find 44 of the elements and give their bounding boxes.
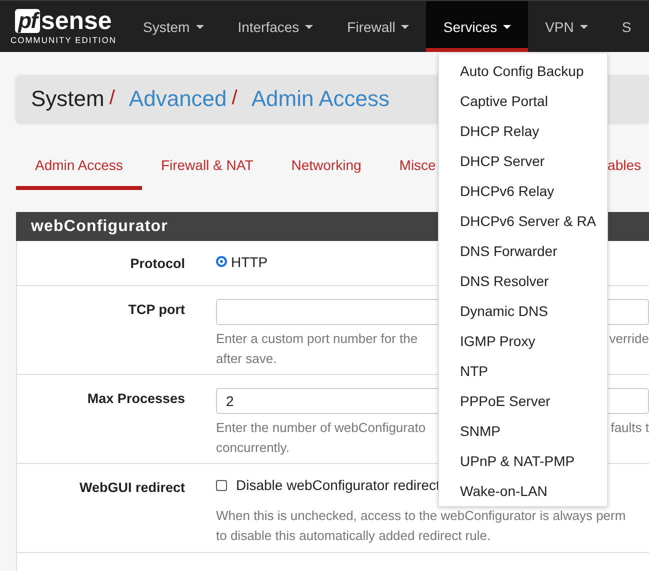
menu-item[interactable]: NTP [439,356,607,386]
breadcrumb-separator: / [109,87,115,110]
help-text: Enter the number of webConfigurato [216,419,426,437]
breadcrumb-text: System [31,86,104,112]
field-label: Max Processes [86,390,185,408]
help-text: verride [609,330,649,348]
help-text: concurrently. [216,439,290,457]
menu-item[interactable]: IGMP Proxy [439,326,607,356]
menu-item[interactable]: Wake-on-LAN [439,476,607,506]
menu-item[interactable]: UPnP & NAT-PMP [439,446,607,476]
radio-button[interactable] [216,256,227,268]
help-text: When this is unchecked, access to the webConfigurator is always perm [216,506,626,525]
help-text: to disable this automatically added redirect rule. [216,526,491,545]
menu-item[interactable]: DHCPv6 Relay [439,176,607,206]
tab[interactable]: Networking [272,143,380,190]
nav-item[interactable]: S [604,1,648,52]
tab[interactable]: Admin Access [16,143,142,190]
radio-label: HTTP [231,254,268,270]
logo-mark: pf [15,9,40,33]
field-label: WebGUI redirect [78,479,185,497]
help-text: after save. [216,350,277,368]
menu-item[interactable]: Dynamic DNS [439,296,607,326]
logo-text: sense [40,8,112,34]
menu-item[interactable]: Auto Config Backup [439,56,607,86]
nav-item[interactable]: Interfaces [220,1,330,52]
field-label: TCP port [127,301,185,319]
breadcrumb-separator: / [232,87,238,110]
menu-item[interactable]: DNS Resolver [439,266,607,296]
nav-item[interactable]: Firewall [330,1,426,52]
nav-item[interactable]: System [126,1,221,52]
menu-item[interactable]: SNMP [439,416,607,446]
menu-item[interactable]: DHCP Relay [439,116,607,146]
menu-item[interactable]: DHCP Server [439,146,607,176]
checkbox[interactable] [216,480,227,490]
nav-item[interactable]: VPN [528,1,605,52]
tab[interactable]: Firewall & NAT [142,143,272,190]
menu-item[interactable]: Captive Portal [439,86,607,116]
nav-item[interactable]: Services [426,1,528,52]
logo-edition: COMMUNITY EDITION [10,35,117,45]
field-label: Protocol [129,256,185,270]
checkbox-label: Disable webConfigurator redirect [236,477,440,493]
help-text: faults t [610,419,649,437]
menu-item[interactable]: PPPoE Server [439,386,607,416]
help-text: Enter a custom port number for the [216,330,418,348]
